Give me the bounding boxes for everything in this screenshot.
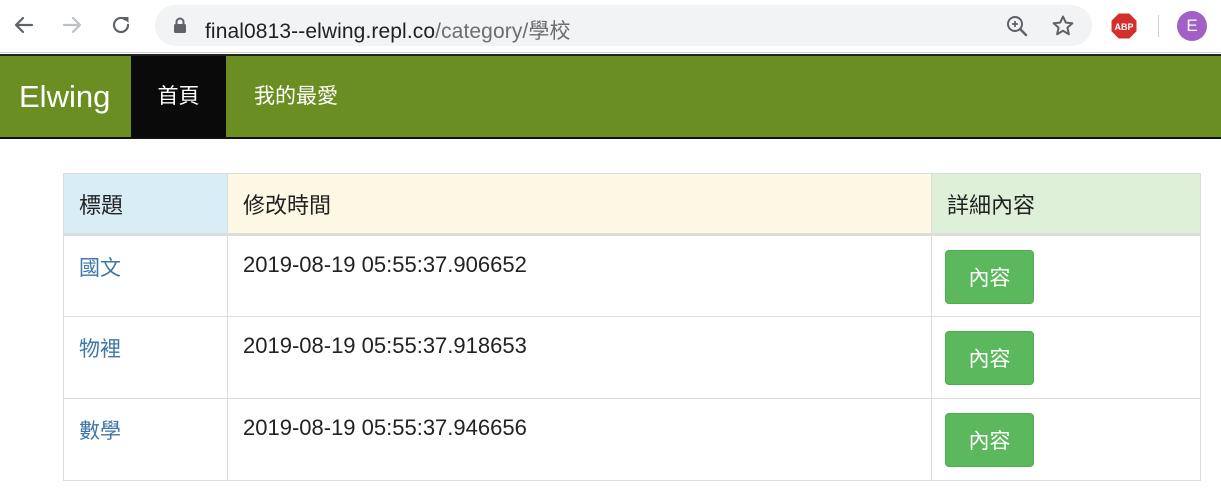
header-title: 標題 xyxy=(63,173,228,236)
header-modified-time: 修改時間 xyxy=(227,173,932,236)
forward-button[interactable] xyxy=(58,11,86,39)
profile-avatar[interactable]: E xyxy=(1177,11,1207,41)
title-cell: 物裡 xyxy=(63,316,228,399)
header-details: 詳細內容 xyxy=(931,173,1201,236)
address-bar[interactable]: final0813--elwing.repl.co/category/學校 xyxy=(155,5,1092,46)
url-path: /category/學校 xyxy=(435,20,571,43)
reload-icon xyxy=(112,16,130,34)
detail-button[interactable]: 內容 xyxy=(945,331,1034,385)
title-cell: 國文 xyxy=(63,234,228,317)
table-row: 國文 2019-08-19 05:55:37.906652 內容 xyxy=(63,234,1201,317)
detail-cell: 內容 xyxy=(931,316,1201,399)
detail-cell: 內容 xyxy=(931,398,1201,481)
title-link[interactable]: 物裡 xyxy=(79,337,121,361)
url-text: final0813--elwing.repl.co/category/學校 xyxy=(205,15,571,45)
nav-item-favorites[interactable]: 我的最愛 xyxy=(226,56,366,137)
reload-button[interactable] xyxy=(107,11,135,39)
detail-button[interactable]: 內容 xyxy=(945,250,1034,304)
table-row: 物裡 2019-08-19 05:55:37.918653 內容 xyxy=(63,316,1201,399)
nav-item-home[interactable]: 首頁 xyxy=(131,56,226,137)
browser-toolbar: final0813--elwing.repl.co/category/學校 AB… xyxy=(0,0,1221,53)
url-host: final0813--elwing.repl.co xyxy=(205,20,436,43)
table-row: 數學 2019-08-19 05:55:37.946656 內容 xyxy=(63,398,1201,481)
toolbar-divider xyxy=(1158,15,1159,37)
modified-time-cell: 2019-08-19 05:55:37.906652 xyxy=(227,234,932,317)
title-link[interactable]: 國文 xyxy=(79,256,121,280)
adblock-icon[interactable]: ABP xyxy=(1110,12,1138,40)
forward-arrow-icon xyxy=(62,16,82,34)
zoom-icon[interactable] xyxy=(1005,14,1029,38)
back-arrow-icon xyxy=(14,16,34,34)
app-navbar: Elwing 首頁 我的最愛 xyxy=(0,54,1221,139)
modified-time-cell: 2019-08-19 05:55:37.918653 xyxy=(227,316,932,399)
title-cell: 數學 xyxy=(63,398,228,481)
title-link[interactable]: 數學 xyxy=(79,419,121,443)
detail-cell: 內容 xyxy=(931,234,1201,317)
lock-icon xyxy=(174,17,186,33)
brand-logo[interactable]: Elwing xyxy=(19,56,110,137)
category-table: 標題 修改時間 詳細內容 國文 2019-08-19 05:55:37.9066… xyxy=(63,173,1201,481)
table-header-row: 標題 修改時間 詳細內容 xyxy=(63,173,1201,236)
adblock-label: ABP xyxy=(1114,22,1133,32)
back-button[interactable] xyxy=(10,11,38,39)
detail-button[interactable]: 內容 xyxy=(945,413,1034,467)
star-icon[interactable] xyxy=(1051,14,1075,38)
modified-time-cell: 2019-08-19 05:55:37.946656 xyxy=(227,398,932,481)
